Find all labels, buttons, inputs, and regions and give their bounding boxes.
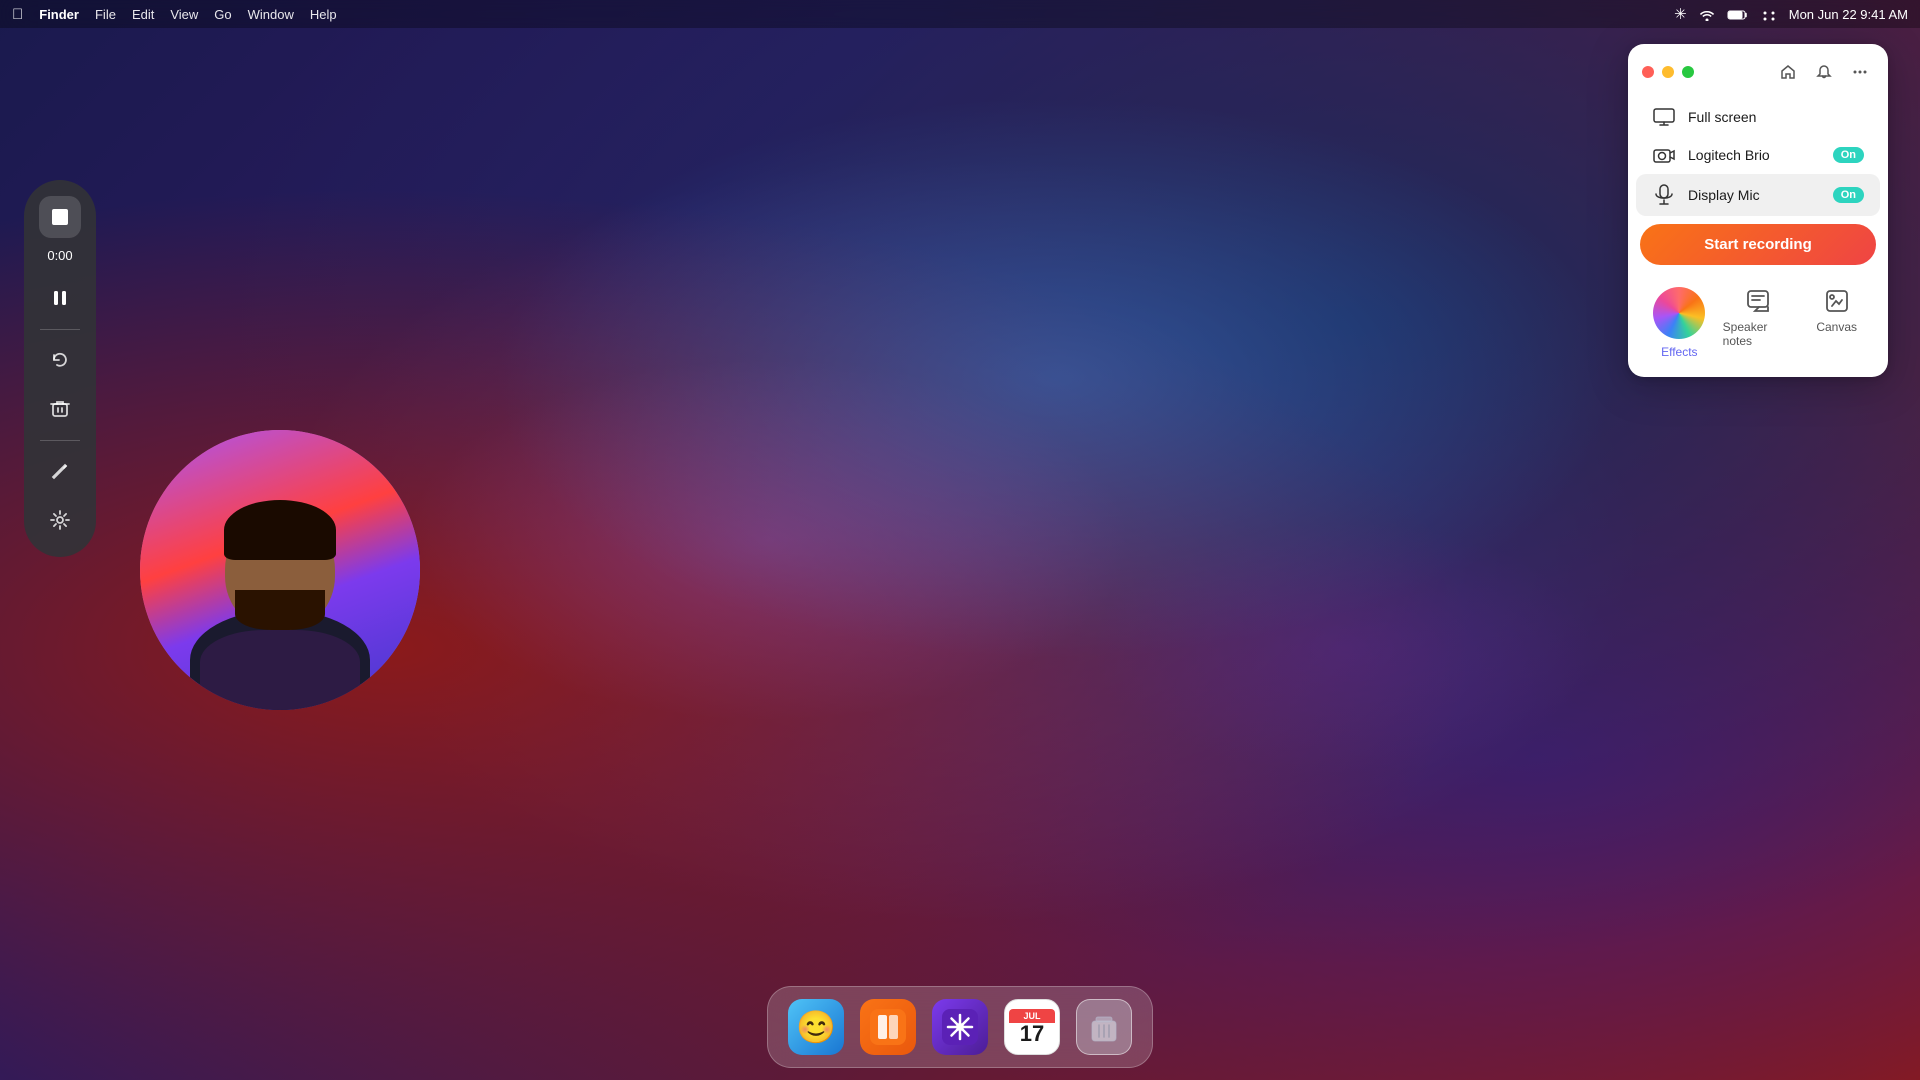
recording-toolbar: 0:00 <box>24 180 96 557</box>
menubar-app-name[interactable]: Finder <box>39 7 79 22</box>
webcam-feed <box>140 430 420 710</box>
effects-action[interactable]: Effects <box>1640 281 1719 365</box>
menubar-edit[interactable]: Edit <box>132 7 154 22</box>
toolbar-divider-2 <box>40 440 80 441</box>
menubar-help[interactable]: Help <box>310 7 337 22</box>
maximize-button[interactable] <box>1682 66 1694 78</box>
dock-trash[interactable] <box>1072 995 1136 1059</box>
menubar-clock: Mon Jun 22 9:41 AM <box>1789 7 1908 22</box>
perplexity-icon <box>932 999 988 1055</box>
battery-icon <box>1727 7 1749 22</box>
dock-calendar[interactable]: JUL 17 <box>1000 995 1064 1059</box>
stop-icon <box>52 209 68 225</box>
panel-header-actions <box>1774 58 1874 86</box>
draw-button[interactable] <box>39 451 81 493</box>
menubar-view[interactable]: View <box>170 7 198 22</box>
panel-actions-row: Effects Speaker notes Canv <box>1628 273 1888 365</box>
toolbar-divider <box>40 329 80 330</box>
canvas-label: Canvas <box>1816 320 1857 334</box>
effects-toolbar-button[interactable] <box>39 499 81 541</box>
loom-menubar-icon[interactable]: ✳ <box>1674 5 1687 23</box>
mic-option[interactable]: Display Mic On <box>1636 174 1880 216</box>
camera-label: Logitech Brio <box>1688 147 1821 163</box>
menubar:  Finder File Edit View Go Window Help ✳ <box>0 0 1920 28</box>
canvas-action[interactable]: Canvas <box>1797 281 1876 340</box>
calendar-day: 17 <box>1020 1023 1044 1045</box>
monitor-icon <box>1652 108 1676 126</box>
delete-button[interactable] <box>39 388 81 430</box>
more-options-button[interactable] <box>1846 58 1874 86</box>
minimize-button[interactable] <box>1662 66 1674 78</box>
speaker-notes-label: Speaker notes <box>1723 320 1794 348</box>
start-recording-button[interactable]: Start recording <box>1640 224 1876 265</box>
camera-icon <box>1652 146 1676 164</box>
camera-option[interactable]: Logitech Brio On <box>1636 136 1880 174</box>
camera-on-badge[interactable]: On <box>1833 147 1864 163</box>
menubar-go[interactable]: Go <box>214 7 231 22</box>
calendar-icon: JUL 17 <box>1004 999 1060 1055</box>
mic-label: Display Mic <box>1688 187 1821 203</box>
loom-panel: Full screen Logitech Brio On Display Mic… <box>1628 44 1888 377</box>
speaker-notes-icon <box>1745 287 1771 314</box>
finder-icon <box>788 999 844 1055</box>
trash-icon <box>1076 999 1132 1055</box>
recording-timer: 0:00 <box>47 248 72 263</box>
effects-label: Effects <box>1661 345 1697 359</box>
control-center-icon[interactable] <box>1761 7 1777 22</box>
pause-button[interactable] <box>39 277 81 319</box>
close-button[interactable] <box>1642 66 1654 78</box>
dock-finder[interactable] <box>784 995 848 1059</box>
menubar-file[interactable]: File <box>95 7 116 22</box>
apple-logo[interactable]:  <box>12 6 23 23</box>
home-button[interactable] <box>1774 58 1802 86</box>
canvas-icon <box>1824 287 1850 314</box>
menubar-right: ✳ Mon Jun 22 9:41 <box>1674 5 1908 23</box>
books-icon <box>860 999 916 1055</box>
dock-books[interactable] <box>856 995 920 1059</box>
effects-color-wheel <box>1653 287 1705 339</box>
full-screen-option[interactable]: Full screen <box>1636 98 1880 136</box>
mic-icon <box>1652 184 1676 206</box>
undo-button[interactable] <box>39 340 81 382</box>
panel-titlebar <box>1628 44 1888 98</box>
mic-on-badge[interactable]: On <box>1833 187 1864 203</box>
menubar-window[interactable]: Window <box>248 7 294 22</box>
wifi-icon <box>1699 7 1715 22</box>
notifications-button[interactable] <box>1810 58 1838 86</box>
menubar-left:  Finder File Edit View Go Window Help <box>12 6 337 23</box>
full-screen-label: Full screen <box>1688 109 1864 125</box>
dock: JUL 17 <box>767 986 1153 1068</box>
dock-perplexity[interactable] <box>928 995 992 1059</box>
stop-button[interactable] <box>39 196 81 238</box>
speaker-notes-action[interactable]: Speaker notes <box>1719 281 1798 354</box>
